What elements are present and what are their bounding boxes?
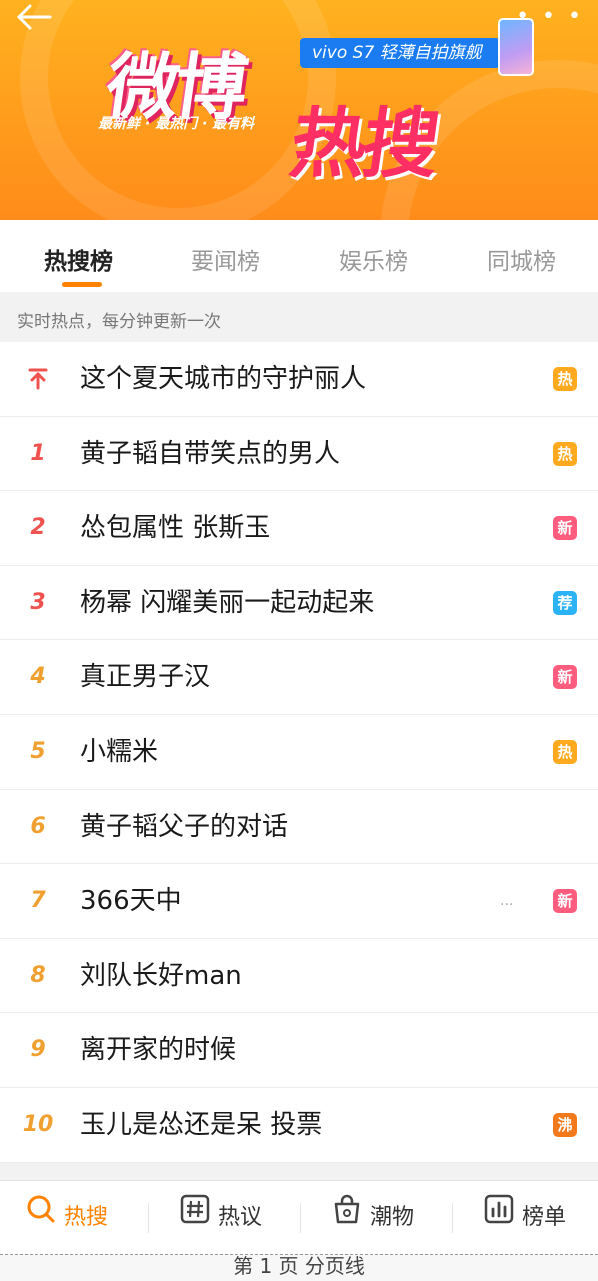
- item-rank: 5: [30, 738, 46, 764]
- update-hint: 实时热点，每分钟更新一次: [0, 292, 598, 342]
- item-title: 怂包属性 张斯玉: [80, 513, 271, 544]
- nav-label: 热议: [218, 1205, 263, 1230]
- item-rank: 9: [30, 1037, 46, 1063]
- list-item[interactable]: 10 玉儿是怂还是呆 投票 沸: [0, 1088, 598, 1163]
- nav-hot-search[interactable]: 热搜: [26, 1181, 108, 1255]
- badge-hot: 热: [553, 441, 577, 466]
- hashtag-icon: [180, 1181, 210, 1255]
- badge-recommend: 荐: [553, 590, 577, 615]
- badge-new: 新: [553, 665, 577, 690]
- item-title: 玉儿是怂还是呆 投票: [80, 1109, 323, 1140]
- chart-icon: [484, 1181, 514, 1255]
- hot-search-banner: • • • 微博 热搜 最新鲜 · 最热门 · 最有料 vivo S7 轻薄自拍…: [0, 0, 598, 220]
- sponsor-ad-label[interactable]: vivo S7 轻薄自拍旗舰: [300, 38, 500, 68]
- tab-local[interactable]: 同城榜: [487, 242, 556, 276]
- nav-divider: [300, 1203, 301, 1233]
- item-title: 这个夏天城市的守护丽人: [80, 364, 367, 394]
- tab-news[interactable]: 要闻榜: [191, 242, 260, 276]
- item-extra-dots: ...: [500, 893, 514, 910]
- list-item[interactable]: 9 离开家的时候: [0, 1013, 598, 1088]
- shopping-bag-icon: [332, 1181, 362, 1255]
- item-rank: 8: [30, 962, 46, 988]
- tab-hot-search[interactable]: 热搜榜: [44, 242, 113, 276]
- pin-arrow-icon: [16, 342, 60, 416]
- nav-label: 潮物: [370, 1205, 415, 1230]
- list-item[interactable]: 8 刘队长好man: [0, 939, 598, 1014]
- item-title: 真正男子汉: [80, 662, 211, 693]
- search-icon: [26, 1181, 56, 1255]
- hot-search-list: 这个夏天城市的守护丽人 热 1 黄子韬自带笑点的男人 热 2 怂包属性 张斯玉 …: [0, 342, 598, 1163]
- list-item[interactable]: 6 黄子韬父子的对话: [0, 790, 598, 865]
- list-item[interactable]: 3 杨幂 闪耀美丽一起动起来 荐: [0, 566, 598, 641]
- item-title: 小糯米: [80, 736, 159, 767]
- nav-label: 热搜: [64, 1205, 109, 1230]
- tab-entertainment[interactable]: 娱乐榜: [339, 242, 408, 276]
- item-rank: 3: [30, 589, 46, 615]
- list-item[interactable]: 这个夏天城市的守护丽人 热: [0, 342, 598, 417]
- page-divider-label: 第 1 页 分页线: [0, 1254, 598, 1281]
- item-rank: 1: [30, 440, 46, 466]
- back-arrow-icon[interactable]: [14, 2, 58, 38]
- item-title: 离开家的时候: [80, 1035, 237, 1066]
- badge-hot: 热: [553, 739, 577, 764]
- item-title: 黄子韬父子的对话: [80, 811, 289, 842]
- resou-logo-text: 热搜: [284, 99, 442, 188]
- item-rank: 2: [30, 515, 46, 541]
- list-item[interactable]: 4 真正男子汉 新: [0, 640, 598, 715]
- item-rank: 6: [30, 813, 46, 839]
- item-title: 黄子韬自带笑点的男人: [80, 438, 341, 469]
- list-item[interactable]: 7 366天中 ... 新: [0, 864, 598, 939]
- nav-rankings[interactable]: 榜单: [484, 1181, 566, 1255]
- item-title: 杨幂 闪耀美丽一起动起来: [80, 587, 375, 618]
- rank-tabs: 热搜榜 要闻榜 娱乐榜 同城榜: [0, 220, 598, 292]
- nav-label: 榜单: [522, 1205, 567, 1230]
- bottom-nav: 热搜 热议 潮物 榜单: [0, 1180, 598, 1255]
- sponsor-phone-image: [498, 18, 534, 76]
- nav-divider: [452, 1203, 453, 1233]
- nav-discussion[interactable]: 热议: [180, 1181, 262, 1255]
- item-rank: 7: [30, 888, 46, 914]
- badge-new: 新: [553, 516, 577, 541]
- nav-trends[interactable]: 潮物: [332, 1181, 414, 1255]
- nav-divider: [148, 1203, 149, 1233]
- item-title: 刘队长好man: [80, 960, 242, 991]
- item-rank: 10: [22, 1111, 54, 1137]
- list-item[interactable]: 1 黄子韬自带笑点的男人 热: [0, 417, 598, 492]
- list-item[interactable]: 5 小糯米 热: [0, 715, 598, 790]
- item-title: 366天中: [80, 886, 182, 917]
- badge-boiling: 沸: [553, 1112, 577, 1137]
- list-item[interactable]: 2 怂包属性 张斯玉 新: [0, 491, 598, 566]
- badge-hot: 热: [553, 367, 577, 391]
- active-tab-indicator: [62, 282, 102, 287]
- banner-slogan: 最新鲜 · 最热门 · 最有料: [98, 116, 255, 132]
- item-rank: 4: [30, 664, 46, 690]
- badge-new: 新: [553, 889, 577, 914]
